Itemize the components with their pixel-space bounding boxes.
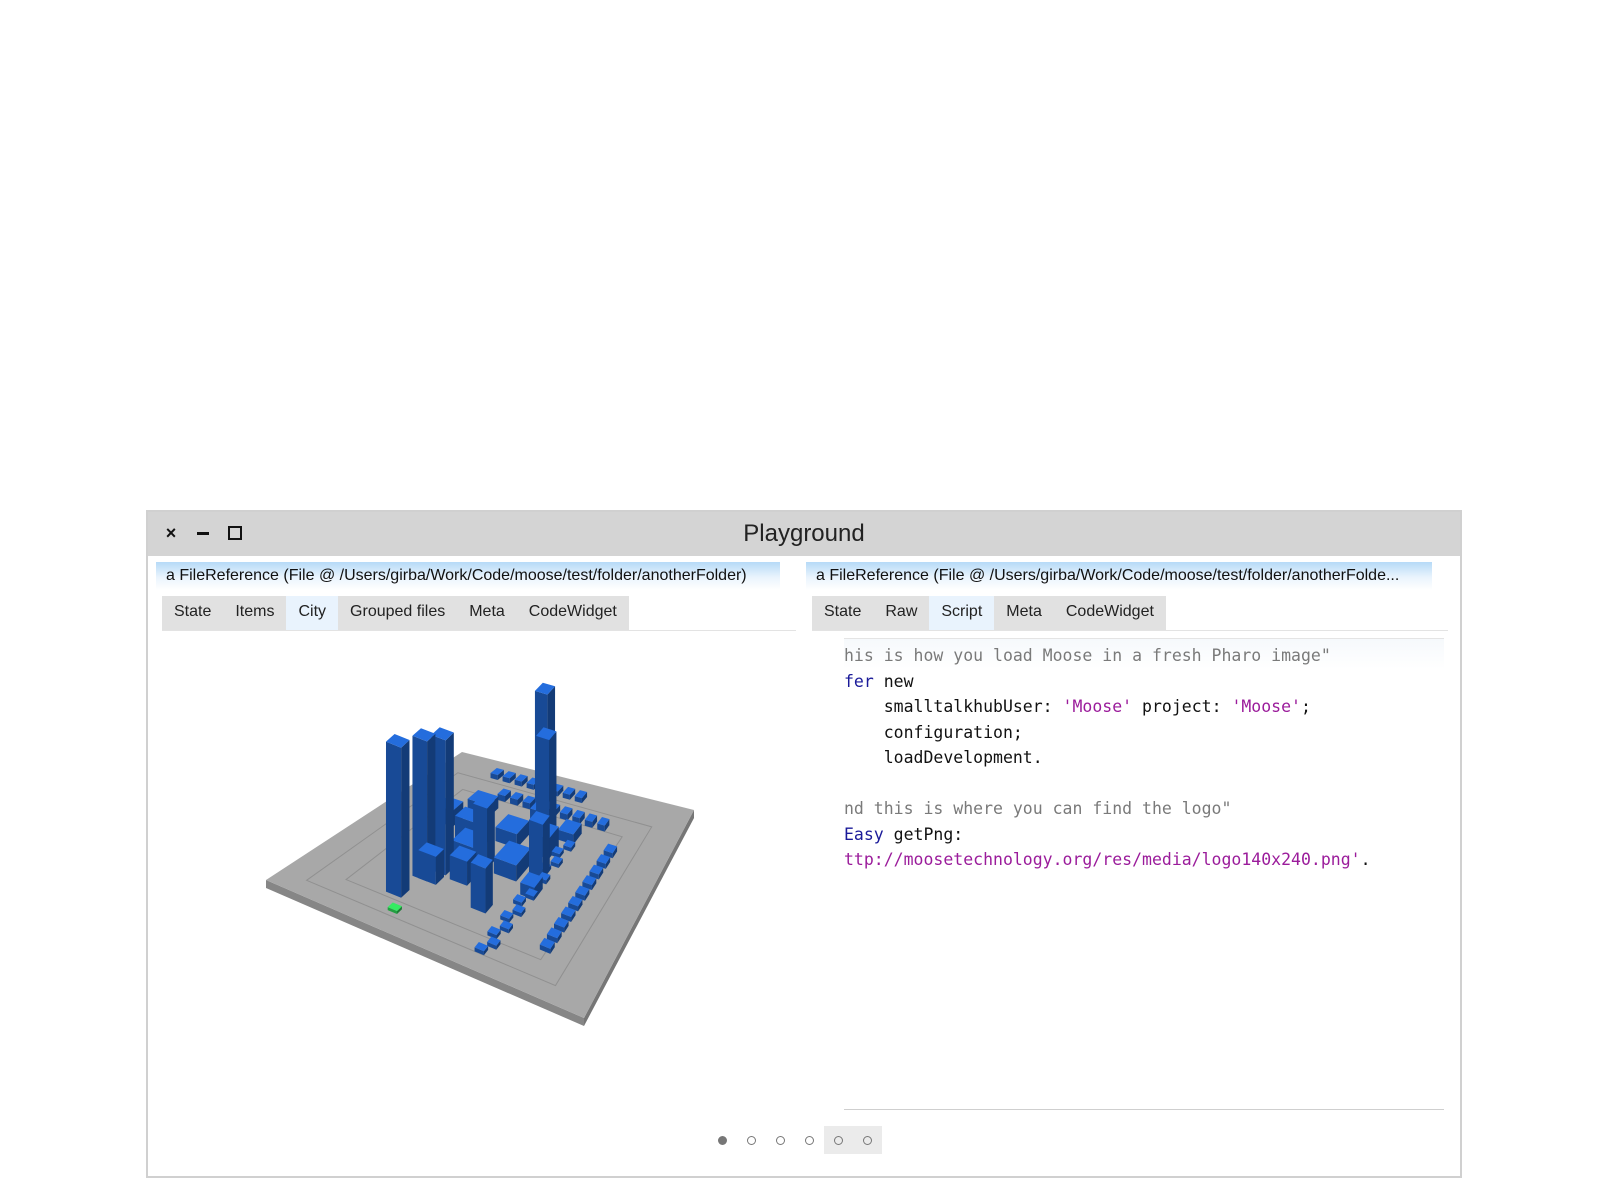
playground-window: × Playground a FileReference (File @ /Us… [146, 510, 1462, 1178]
city-building-face [385, 741, 402, 898]
tab-meta[interactable]: Meta [994, 596, 1054, 630]
pager-dot-5[interactable] [824, 1126, 853, 1154]
tab-strip-filler [1166, 596, 1448, 630]
code-token: loadDevelopment. [844, 748, 1043, 767]
tab-codewidget[interactable]: CodeWidget [516, 596, 629, 630]
tab-city[interactable]: City [286, 596, 339, 630]
pager-dot-1[interactable] [708, 1126, 737, 1154]
code-token: . [1360, 850, 1371, 869]
code-token: ttp://moosetechnology.org/res/media/logo… [844, 850, 1361, 869]
dot-icon [863, 1135, 872, 1145]
city-building-face [485, 859, 493, 914]
dot-icon [805, 1135, 814, 1145]
pager-dot-4[interactable] [795, 1126, 824, 1154]
code-token: ; [1300, 697, 1311, 716]
tab-script[interactable]: Script [929, 596, 995, 630]
window-title: Playground [743, 520, 865, 547]
code-line: loadDevelopment. [844, 745, 1444, 771]
code-line: nd this is where you can find the logo" [844, 796, 1444, 822]
city-building-face [542, 815, 550, 880]
code-token: getPng: [883, 824, 964, 844]
code-token: configuration; [844, 722, 1023, 742]
code-line: smalltalkhubUser: 'Moose' project: 'Moos… [844, 694, 1444, 720]
tab-codewidget[interactable]: CodeWidget [1053, 596, 1166, 630]
title-bar[interactable]: × Playground [148, 512, 1460, 556]
code-token: nd this is where you can find the logo" [844, 799, 1232, 818]
script-code[interactable]: his is how you load Moose in a fresh Pha… [844, 639, 1444, 873]
tab-state[interactable]: State [162, 596, 224, 630]
code-token: smalltalkhubUser: [844, 697, 1063, 716]
code-line: Easy getPng: [844, 822, 1444, 848]
code-city-visualization[interactable] [156, 634, 796, 1114]
code-token: his is how you load Moose in a fresh Pha… [844, 646, 1331, 665]
code-token: fer [844, 671, 874, 691]
code-token: new [873, 671, 914, 691]
right-pane-title: a FileReference (File @ /Users/girba/Wor… [806, 562, 1432, 590]
code-line: ttp://moosetechnology.org/res/media/logo… [844, 847, 1444, 873]
code-token: 'Moose' [1231, 697, 1301, 716]
dot-icon [834, 1135, 843, 1145]
script-editor[interactable]: his is how you load Moose in a fresh Pha… [844, 638, 1444, 1110]
dot-icon [776, 1135, 785, 1145]
city-building-face [529, 819, 543, 880]
code-token: 'Moose' [1062, 697, 1133, 716]
tab-grouped-files[interactable]: Grouped files [338, 596, 458, 630]
city-view[interactable] [156, 634, 796, 1114]
tab-raw[interactable]: Raw [873, 596, 930, 630]
tab-meta[interactable]: Meta [457, 596, 517, 630]
pane-pager [708, 1126, 882, 1154]
left-pane: a FileReference (File @ /Users/girba/Wor… [156, 562, 796, 1026]
city-building-face [470, 862, 486, 914]
code-line: configuration; [844, 720, 1444, 746]
code-line: fer new [844, 669, 1444, 695]
code-token: Easy [844, 824, 884, 844]
left-pane-title: a FileReference (File @ /Users/girba/Wor… [156, 562, 780, 590]
left-pane-tabs: State Items City Grouped files Meta CodeWidge… [162, 596, 796, 631]
tab-strip-filler [629, 596, 796, 630]
city-building-face [401, 740, 410, 898]
right-pane-tabs: State Raw Script Meta CodeWidget [812, 596, 1448, 631]
code-token: project: [1132, 697, 1232, 716]
dot-icon [718, 1135, 727, 1145]
pager-dot-3[interactable] [766, 1126, 795, 1154]
pager-dot-2[interactable] [737, 1126, 766, 1154]
right-pane: a FileReference (File @ /Users/girba/Wor… [806, 562, 1448, 1110]
pager-dot-6[interactable] [853, 1126, 882, 1154]
code-line: his is how you load Moose in a fresh Pha… [844, 643, 1444, 669]
dot-icon [747, 1135, 756, 1145]
tab-items[interactable]: Items [223, 596, 287, 630]
tab-state[interactable]: State [812, 596, 874, 630]
